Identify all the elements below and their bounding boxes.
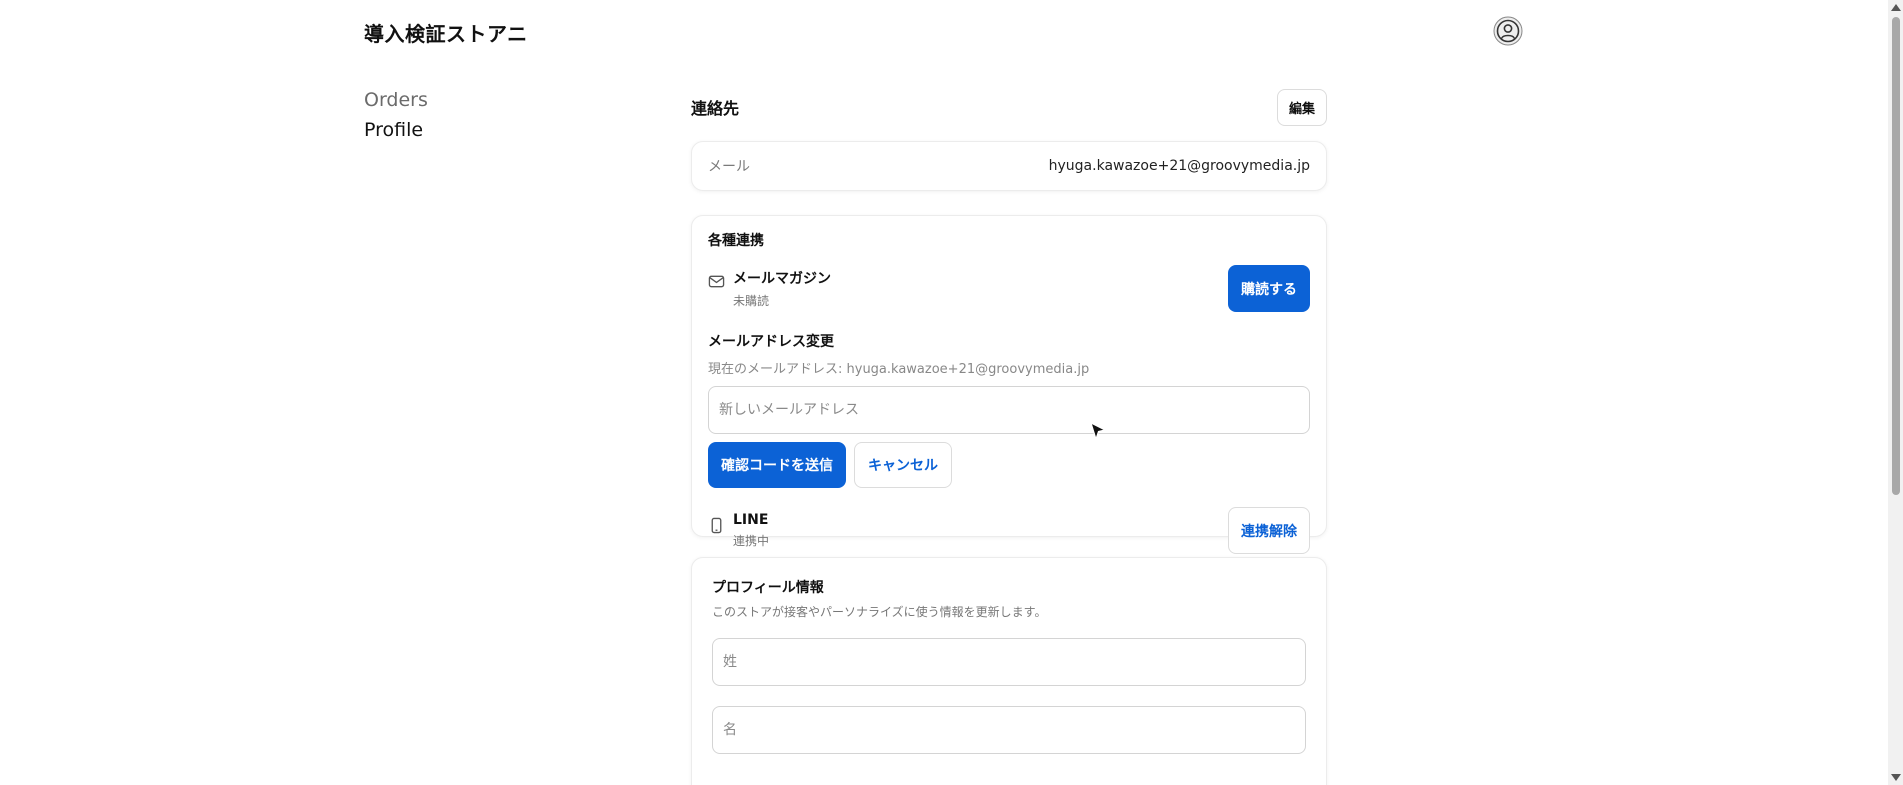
line-title: LINE xyxy=(733,512,769,528)
newsletter-row: メールマガジン 未購読 購読する xyxy=(708,265,1310,312)
smartphone-icon xyxy=(711,517,722,534)
profile-title: プロフィール情報 xyxy=(712,580,824,596)
integrations-card: 各種連携 メールマガジン 未購読 購読する メールアドレス変更 現在のメールアド… xyxy=(691,215,1327,554)
contact-title: 連絡先 xyxy=(691,99,740,118)
send-code-button[interactable]: 確認コードを送信 xyxy=(708,442,846,488)
first-name-input[interactable] xyxy=(712,706,1306,754)
email-card: メール hyuga.kawazoe+21@groovymedia.jp xyxy=(691,141,1327,191)
profile-card: プロフィール情報 このストアが接客やパーソナライズに使う情報を更新します。 xyxy=(691,557,1327,785)
user-circle-icon xyxy=(1493,16,1522,45)
contact-header: 連絡先 編集 xyxy=(691,88,1327,126)
newsletter-status: 未購読 xyxy=(733,294,770,308)
current-email-text: 現在のメールアドレス: hyuga.kawazoe+21@groovymedia… xyxy=(708,362,1090,377)
cancel-button[interactable]: キャンセル xyxy=(854,442,952,488)
nav-profile-link[interactable]: Profile xyxy=(364,119,423,141)
email-change-actions: 確認コードを送信 キャンセル xyxy=(708,442,1310,488)
main-content: 連絡先 編集 メール hyuga.kawazoe+21@groovymedia.… xyxy=(691,88,1327,785)
scroll-thumb[interactable] xyxy=(1892,17,1900,495)
mail-icon xyxy=(708,275,725,288)
unlink-line-button[interactable]: 連携解除 xyxy=(1228,507,1310,554)
vertical-scrollbar[interactable] xyxy=(1888,0,1903,785)
email-change-title: メールアドレス変更 xyxy=(708,334,834,350)
last-name-input[interactable] xyxy=(712,638,1306,686)
account-button[interactable] xyxy=(1492,15,1523,46)
line-row: LINE 連携中 連携解除 xyxy=(708,507,1310,554)
profile-description: このストアが接客やパーソナライズに使う情報を更新します。 xyxy=(712,605,1047,619)
nav-orders-link[interactable]: Orders xyxy=(364,89,428,111)
page: 導入検証ストアニ Orders Profile 連絡先 編集 メール hyuga… xyxy=(0,0,1903,785)
store-title[interactable]: 導入検証ストアニ xyxy=(364,18,528,47)
edit-contact-button[interactable]: 編集 xyxy=(1276,88,1327,126)
mouse-cursor-icon xyxy=(1090,421,1107,441)
line-status: 連携中 xyxy=(733,534,770,548)
newsletter-title: メールマガジン xyxy=(733,271,831,287)
new-email-input[interactable] xyxy=(708,386,1310,434)
email-value: hyuga.kawazoe+21@groovymedia.jp xyxy=(1048,158,1310,174)
email-label: メール xyxy=(708,159,750,175)
scroll-up-arrow-icon[interactable] xyxy=(1891,4,1901,11)
integrations-title: 各種連携 xyxy=(708,233,764,249)
subscribe-button[interactable]: 購読する xyxy=(1228,265,1310,312)
scroll-down-arrow-icon[interactable] xyxy=(1891,774,1901,781)
